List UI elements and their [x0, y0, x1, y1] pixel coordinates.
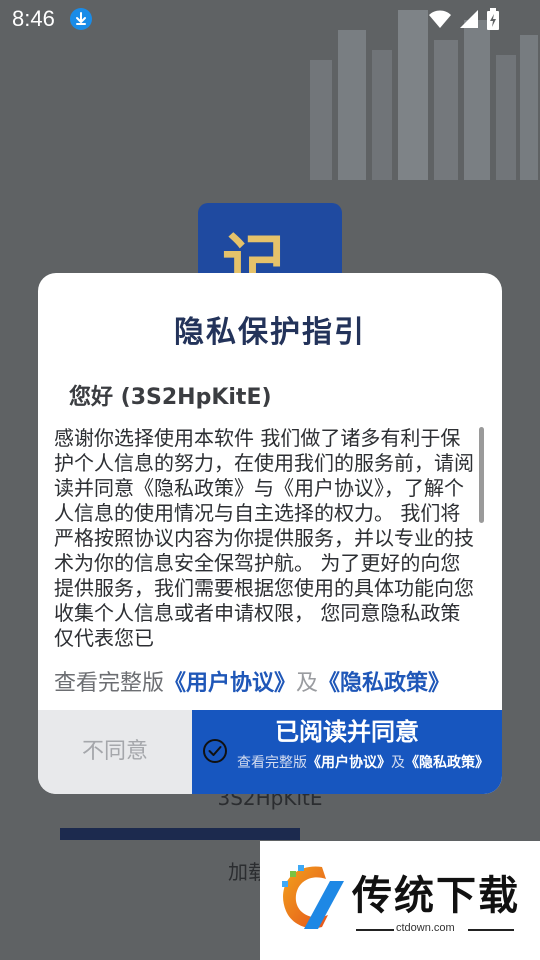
full-version-links: 查看完整版《用户协议》及《隐私政策》 — [54, 665, 450, 697]
scrollbar-thumb[interactable] — [479, 427, 484, 523]
agree-sub-prefix: 查看完整版 — [237, 755, 307, 771]
check-circle-icon[interactable] — [202, 738, 228, 764]
agree-button-label: 已阅读并同意 — [275, 718, 419, 746]
links-prefix: 查看完整版 — [54, 671, 165, 696]
watermark-domain: ctdown.com — [396, 922, 455, 934]
download-icon — [70, 8, 92, 30]
user-agreement-link[interactable]: 《用户协议》 — [164, 671, 296, 696]
privacy-policy-link[interactable]: 《隐私政策》 — [318, 671, 450, 696]
status-bar: 8:46 — [0, 0, 540, 40]
battery-charging-icon — [487, 8, 499, 30]
dialog-title: 隐私保护指引 — [174, 315, 366, 350]
watermark-divider-left — [356, 929, 394, 931]
watermark-logo-icon — [282, 865, 344, 929]
disagree-button[interactable]: 不同意 — [38, 710, 192, 794]
greeting-text: 您好 (3S2HpKitE) — [69, 385, 272, 410]
links-conjunction: 及 — [296, 671, 319, 696]
agree-sub-links: 查看完整版《用户协议》及《隐私政策》 — [237, 752, 489, 772]
screen: 记 3S2HpKitE 加载 8:46 隐私保护指引 您好 (3S2HpKitE… — [0, 0, 540, 960]
agree-sub-privacy-policy-link[interactable]: 《隐私政策》 — [405, 755, 489, 771]
agree-sub-conjunction: 及 — [391, 755, 405, 771]
watermark-divider-right — [468, 929, 514, 931]
privacy-dialog: 隐私保护指引 您好 (3S2HpKitE) 感谢你选择使用本软件 我们做了诸多有… — [38, 273, 502, 794]
signal-icon — [460, 10, 478, 28]
watermark-badge: 传统下载 ctdown.com — [260, 841, 540, 960]
agree-button[interactable]: 已阅读并同意 查看完整版《用户协议》及《隐私政策》 — [192, 710, 502, 794]
watermark-title: 传统下载 — [352, 873, 520, 919]
background-progress-bar — [60, 828, 300, 840]
status-icons — [428, 8, 500, 30]
status-time: 8:46 — [12, 6, 55, 31]
wifi-icon — [429, 10, 451, 28]
privacy-body-text[interactable]: 感谢你选择使用本软件 我们做了诸多有利于保护个人信息的努力，在使用我们的服务前，… — [54, 426, 474, 652]
agree-sub-user-agreement-link[interactable]: 《用户协议》 — [307, 755, 391, 771]
